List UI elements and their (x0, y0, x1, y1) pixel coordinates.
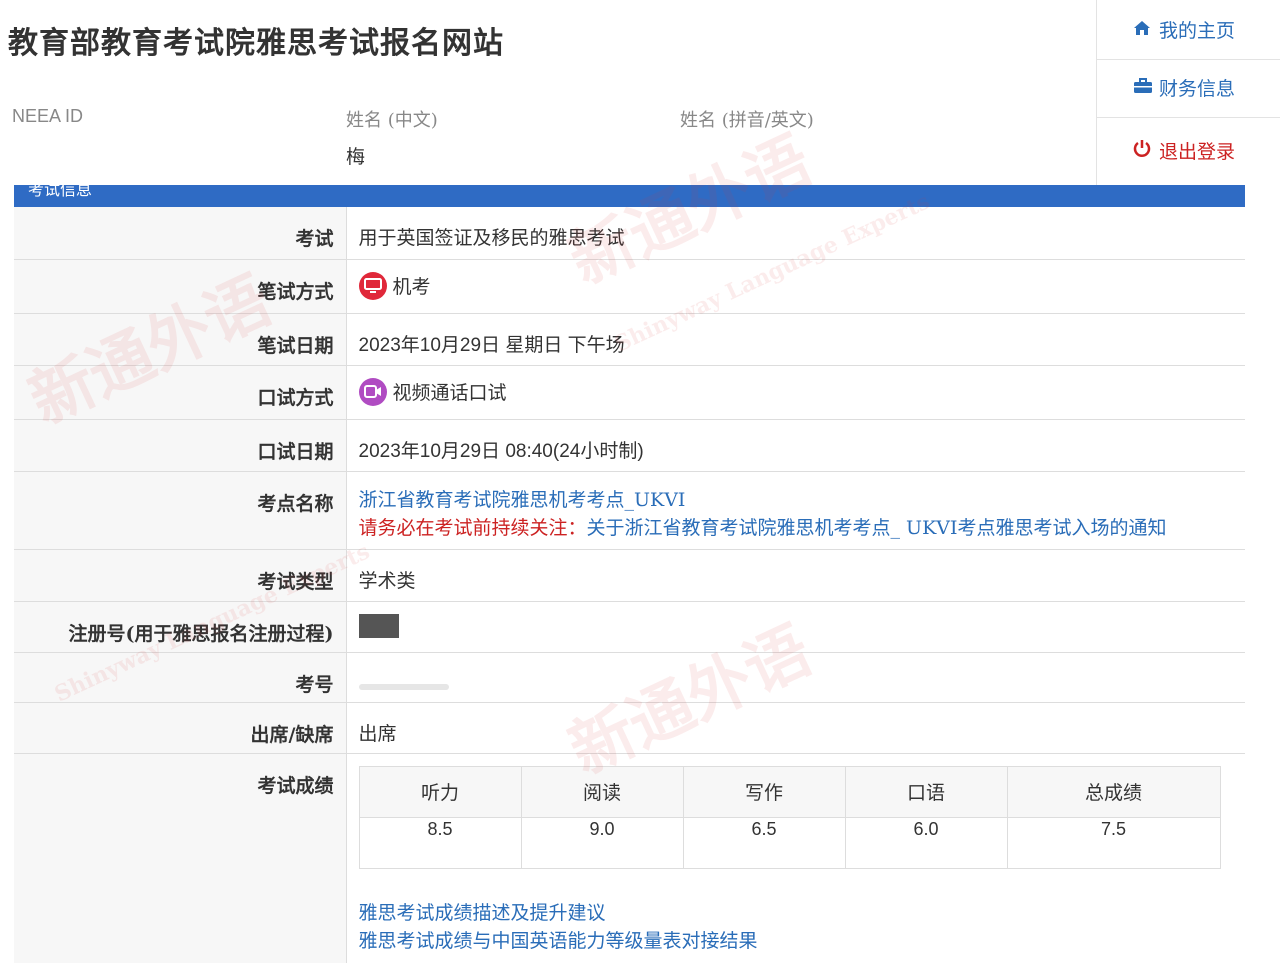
notice-prefix: 请务必在考试前持续关注： (358, 516, 587, 539)
power-icon (1133, 139, 1155, 162)
redacted-block (358, 683, 449, 690)
attendance-label: 出席/缺席 (14, 702, 347, 754)
account-nav: 我的主页 财务信息 退出登录 (1096, 0, 1280, 185)
writing-score: 6.5 (682, 816, 846, 869)
type-label: 考试类型 (14, 549, 347, 602)
score-header: 写作 (682, 765, 846, 818)
registration-label: 注册号(用于雅思报名注册过程) (14, 601, 347, 653)
score-header-row: 听力 阅读 写作 口语 总成绩 (358, 765, 1221, 818)
table-row: 注册号(用于雅思报名注册过程) (14, 601, 1245, 653)
center-label: 考点名称 (14, 471, 347, 550)
candidate-number-value (346, 652, 1245, 703)
redacted-block (358, 613, 399, 638)
table-row: 笔试日期 2023年10月29日 星期日 下午场 (14, 313, 1245, 366)
score-table: 听力 阅读 写作 口语 总成绩 8.5 9.0 6.5 6.0 7.5 (358, 765, 1221, 869)
candidate-number-label: 考号 (14, 652, 347, 703)
briefcase-icon (1133, 77, 1155, 99)
site-title: 教育部教育考试院雅思考试报名网站 (8, 26, 504, 61)
written-date-value: 2023年10月29日 星期日 下午场 (346, 313, 1245, 366)
table-row: 笔试方式 机考 (14, 259, 1245, 314)
score-header: 听力 (358, 765, 522, 818)
name-en-label: 姓名 (拼音/英文) (680, 110, 814, 131)
exam-info-panel-header: 考试信息 (14, 180, 1245, 207)
overall-score: 7.5 (1006, 816, 1221, 869)
exam-value: 用于英国签证及移民的雅思考试 (346, 207, 1245, 260)
table-row: 考号 (14, 652, 1245, 703)
speaking-date-value: 2023年10月29日 08:40(24小时制) (346, 419, 1245, 472)
attendance-value: 出席 (346, 702, 1245, 754)
neea-id-label: NEEA ID (12, 106, 84, 126)
score-value-row: 8.5 9.0 6.5 6.0 7.5 (358, 816, 1221, 869)
table-row: 考试类型 学术类 (14, 549, 1245, 602)
listening-score: 8.5 (358, 816, 522, 869)
nav-logout-label: 退出登录 (1159, 140, 1236, 163)
table-row: 口试日期 2023年10月29日 08:40(24小时制) (14, 419, 1245, 472)
scores-cell: 听力 阅读 写作 口语 总成绩 8.5 9.0 6.5 6.0 7.5 雅思考试… (346, 753, 1245, 963)
center-notice: 请务必在考试前持续关注：关于浙江省教育考试院雅思机考考点_ UKVI考点雅思考试… (359, 514, 1246, 542)
table-row: 考试 用于英国签证及移民的雅思考试 (14, 207, 1245, 260)
center-link[interactable]: 浙江省教育考试院雅思机考考点_UKVI (359, 486, 1246, 514)
entry-notice-link[interactable]: 关于浙江省教育考试院雅思机考考点_ UKVI考点雅思考试入场的通知 (587, 517, 1167, 539)
panel-title: 考试信息 (28, 180, 93, 199)
score-description-link[interactable]: 雅思考试成绩描述及提升建议 (359, 899, 1246, 927)
nav-finance-link[interactable]: 财务信息 (1097, 58, 1280, 118)
speaking-date-label: 口试日期 (14, 419, 347, 472)
center-cell: 浙江省教育考试院雅思机考考点_UKVI 请务必在考试前持续关注：关于浙江省教育考… (346, 471, 1246, 550)
nav-home-label: 我的主页 (1159, 20, 1236, 42)
name-cn-block: 姓名 (中文) 梅 (346, 106, 438, 169)
table-row: 考试成绩 听力 阅读 写作 口语 总成绩 8.5 9.0 6.5 6.0 7.5 (14, 753, 1245, 963)
speaking-mode-cell: 视频通话口试 (346, 365, 1245, 420)
speaking-mode-label: 口试方式 (14, 365, 347, 420)
score-header: 阅读 (520, 765, 684, 818)
score-header: 总成绩 (1006, 765, 1221, 818)
score-links: 雅思考试成绩描述及提升建议 雅思考试成绩与中国英语能力等级量表对接结果 (359, 899, 1246, 955)
exam-info-table: 考试 用于英国签证及移民的雅思考试 笔试方式 机考 笔试日期 2023年10月2… (14, 207, 1245, 963)
nav-logout-link[interactable]: 退出登录 (1097, 120, 1280, 180)
score-cse-link[interactable]: 雅思考试成绩与中国英语能力等级量表对接结果 (359, 927, 1246, 955)
exam-label: 考试 (14, 207, 347, 260)
video-camera-icon (358, 377, 387, 406)
name-en-block: 姓名 (拼音/英文) (680, 106, 814, 132)
written-mode-label: 笔试方式 (14, 259, 347, 314)
score-header: 口语 (844, 765, 1008, 818)
name-cn-value: 梅 (346, 146, 366, 168)
written-mode-value: 机考 (392, 275, 431, 298)
nav-finance-label: 财务信息 (1159, 78, 1236, 100)
registration-value (346, 601, 1245, 653)
written-mode-cell: 机考 (346, 259, 1245, 314)
name-cn-label: 姓名 (中文) (346, 110, 438, 131)
neea-id-block: NEEA ID (12, 106, 83, 127)
type-value: 学术类 (346, 549, 1245, 602)
table-row: 出席/缺席 出席 (14, 702, 1245, 754)
table-row: 考点名称 浙江省教育考试院雅思机考考点_UKVI 请务必在考试前持续关注：关于浙… (14, 471, 1246, 550)
computer-icon (358, 271, 387, 300)
scores-label: 考试成绩 (14, 753, 347, 963)
nav-home-link[interactable]: 我的主页 (1097, 0, 1280, 60)
home-icon (1133, 19, 1155, 41)
reading-score: 9.0 (520, 816, 684, 869)
written-date-label: 笔试日期 (14, 313, 347, 366)
speaking-score: 6.0 (844, 816, 1008, 869)
speaking-mode-value: 视频通话口试 (392, 381, 507, 404)
table-row: 口试方式 视频通话口试 (14, 365, 1245, 420)
